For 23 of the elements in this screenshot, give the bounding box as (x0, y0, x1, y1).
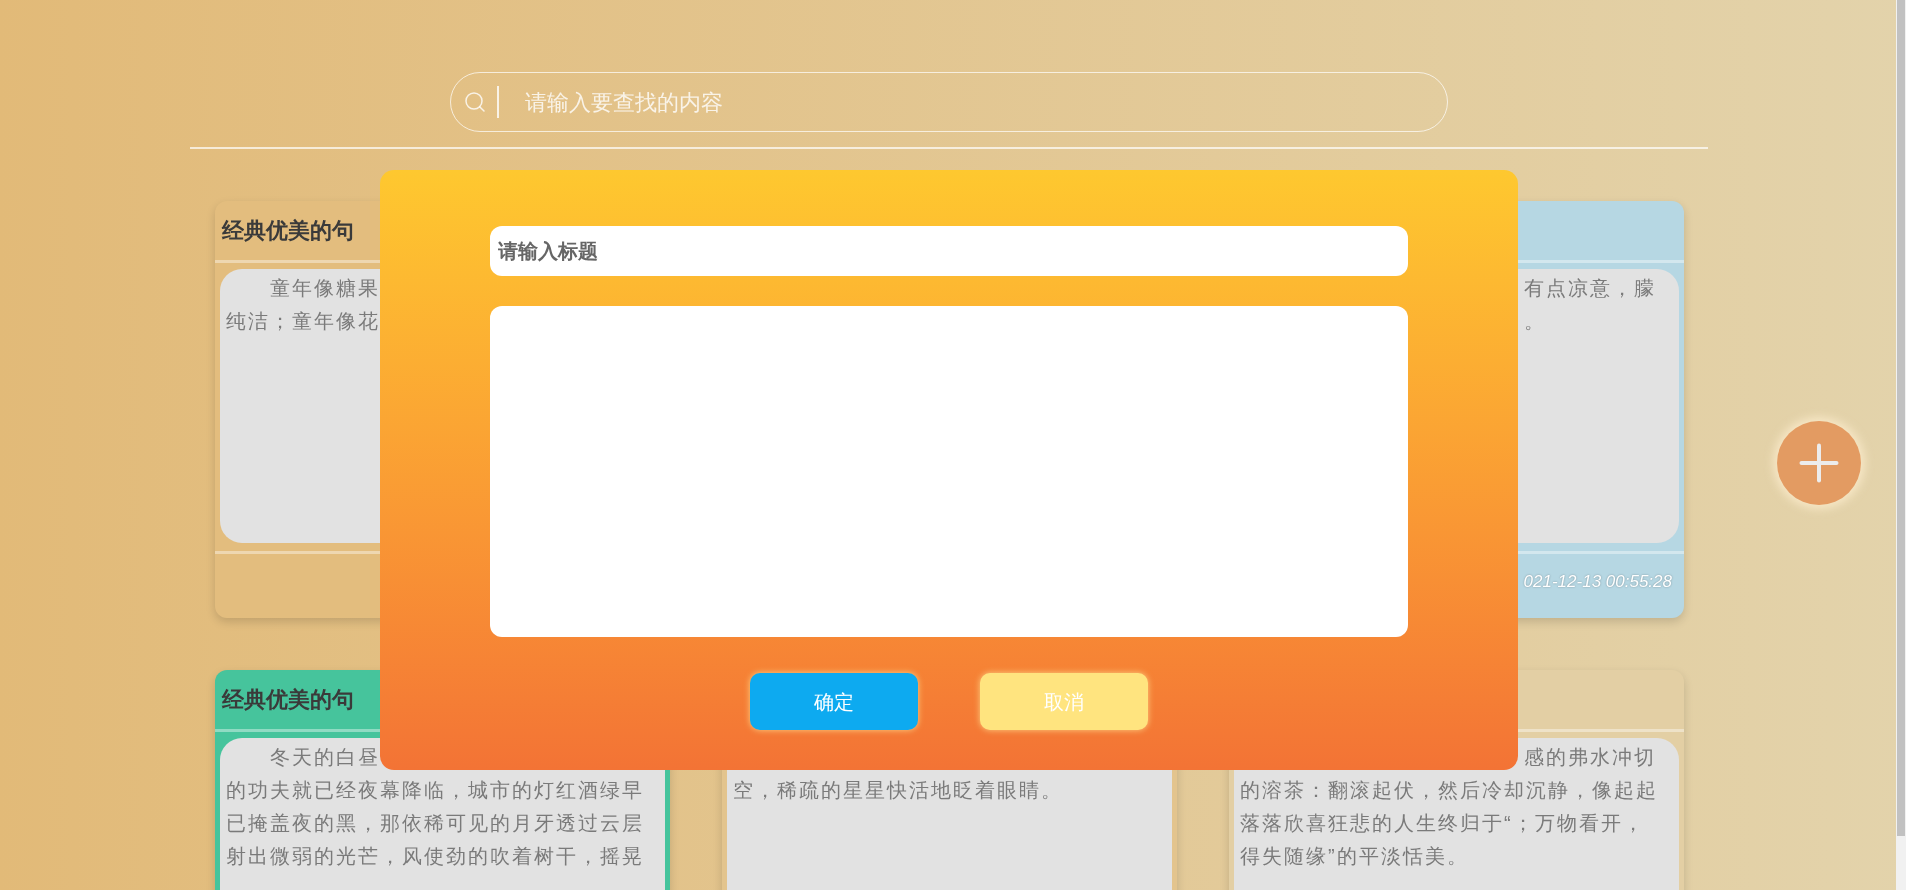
title-field[interactable]: 请输入标题 (490, 226, 1408, 276)
note-text: 得失随缘”的平淡恬美。 (1240, 845, 1469, 867)
scrollbar[interactable] (1896, 0, 1906, 890)
note-text: 已掩盖夜的黑，那依稀可见的月牙透过云层 (226, 812, 644, 834)
note-title: 经典优美的句 (222, 217, 354, 245)
note-date: 021-12-13 00:55:28 (1523, 570, 1672, 593)
note-text: 冬天的白昼 (270, 746, 380, 768)
note-text: 。 (1524, 310, 1546, 332)
confirm-button[interactable]: 确定 (750, 673, 918, 730)
note-text: 空，稀疏的星星快活地眨着眼睛。 (733, 779, 1063, 801)
content-field[interactable] (490, 306, 1408, 637)
add-button[interactable] (1777, 421, 1861, 505)
note-text: 纯洁；童年像花 (226, 310, 380, 332)
note-text: 射出微弱的光芒，风使劲的吹着树干，摇晃 (226, 845, 644, 867)
note-text: 有点凉意，朦 (1524, 277, 1656, 299)
search-icon (463, 90, 487, 114)
note-text: 的溶茶：翻滚起伏，然后冷却沉静，像起起 (1240, 779, 1658, 801)
note-text: 落落欣喜狂悲的人生终归于“；万物看开， (1240, 812, 1645, 834)
note-text: 的功夫就已经夜幕降临，城市的灯红酒绿早 (226, 779, 644, 801)
note-text: 童年像糖果 (270, 277, 380, 299)
note-text: 感的弗水冲切 (1524, 746, 1656, 768)
search-field[interactable]: 请输入要查找的内容 (525, 85, 1435, 119)
note-title: 经典优美的句 (222, 686, 354, 714)
